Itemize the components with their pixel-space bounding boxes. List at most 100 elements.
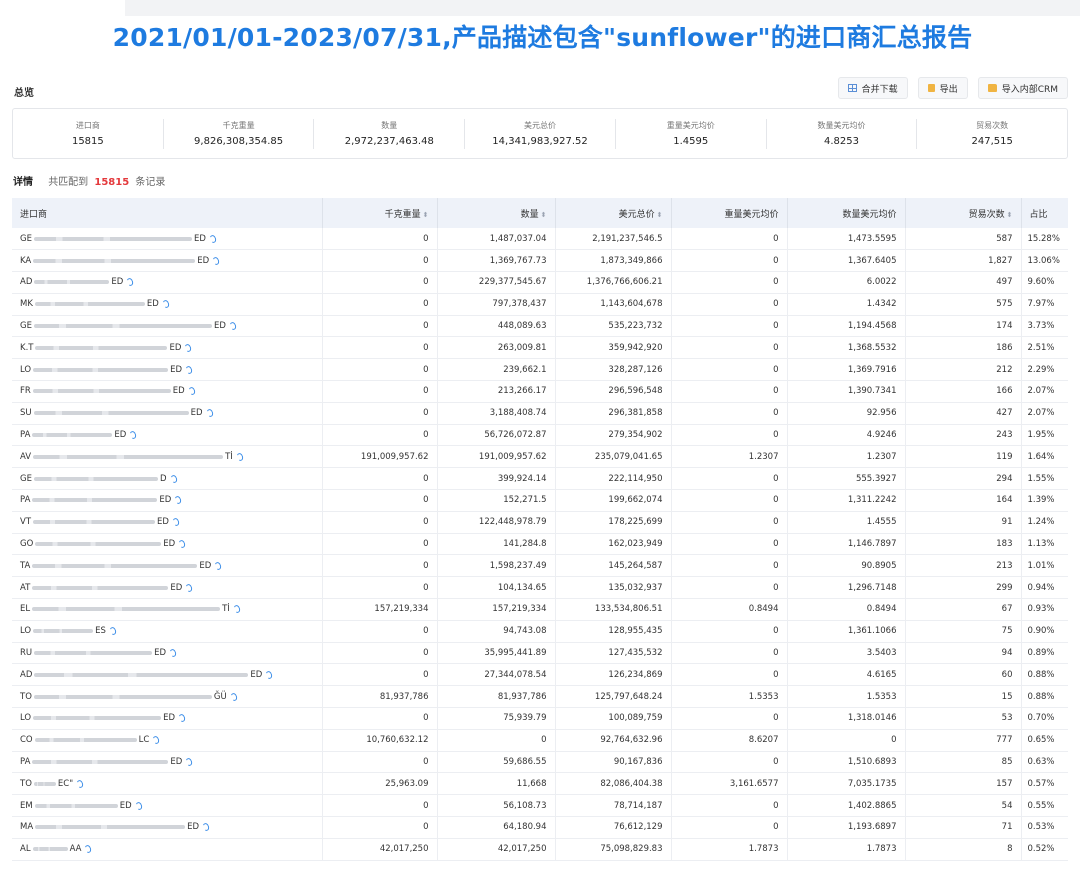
importer-name[interactable]: EM ED (20, 801, 143, 811)
importer-name[interactable]: PA ED (20, 757, 194, 767)
table-row[interactable]: LO ES 0 94,743.08 128,955,435 0 1,361.1066 75 0.… (12, 620, 1068, 643)
external-link-icon[interactable] (185, 757, 194, 767)
importer-name-cell[interactable]: FR ED (12, 380, 323, 403)
importer-name-cell[interactable]: TO EC" (12, 772, 323, 796)
importer-name-cell[interactable]: MA ED (12, 816, 323, 839)
external-link-icon[interactable] (75, 779, 85, 789)
importer-name[interactable]: RU ED (20, 648, 178, 658)
importer-name-cell[interactable]: VT ED (12, 511, 323, 534)
importer-name[interactable]: AD ED (20, 277, 135, 288)
table-row[interactable]: SU ED 0 3,188,408.74 296,381,858 0 92.956 427 2.… (12, 402, 1068, 425)
importer-name[interactable]: LO ED (20, 364, 194, 375)
importer-name[interactable]: GE D (20, 473, 178, 484)
table-row[interactable]: MA ED 0 64,180.94 76,612,129 0 1,193.6897 71 0.5… (12, 816, 1068, 839)
external-link-icon[interactable] (184, 343, 193, 353)
importer-name[interactable]: AD ED (20, 670, 274, 680)
importer-name[interactable]: LO ES (20, 626, 118, 637)
importer-name-cell[interactable]: PA ED (12, 424, 323, 447)
importer-name[interactable]: AV Tİ (20, 452, 244, 462)
importer-name[interactable]: MA ED (20, 822, 211, 832)
sort-icon[interactable]: ⬍ (657, 211, 663, 219)
external-link-icon[interactable] (265, 670, 274, 680)
importer-name-cell[interactable]: LO ES (12, 620, 323, 643)
sort-icon[interactable]: ⬍ (423, 211, 429, 219)
importer-name-cell[interactable]: GE ED (12, 228, 323, 251)
external-link-icon[interactable] (235, 452, 244, 462)
table-row[interactable]: VT ED 0 122,448,978.79 178,225,699 0 1.4555 91 1… (12, 511, 1068, 534)
importer-name-cell[interactable]: GE D (12, 467, 323, 491)
external-link-icon[interactable] (208, 233, 218, 244)
external-link-icon[interactable] (228, 321, 238, 331)
table-row[interactable]: FR ED 0 213,266.17 296,596,548 0 1,390.7341 166… (12, 380, 1068, 403)
table-row[interactable]: AL AA 42,017,250 42,017,250 75,098,829.83 1.7… (12, 838, 1068, 861)
external-link-icon[interactable] (229, 691, 238, 702)
importer-name-cell[interactable]: LO ED (12, 707, 323, 730)
table-row[interactable]: GE ED 0 1,487,037.04 2,191,237,546.5 0 1,473.5… (12, 228, 1068, 251)
importer-name-cell[interactable]: CO LC (12, 729, 323, 752)
external-link-icon[interactable] (84, 844, 93, 854)
importer-name-cell[interactable]: GO ED (12, 533, 323, 556)
external-link-icon[interactable] (168, 648, 178, 658)
table-row[interactable]: RU ED 0 35,995,441.89 127,435,532 0 3.5403 94 0.… (12, 642, 1068, 665)
external-link-icon[interactable] (184, 364, 194, 375)
importer-name[interactable]: GE ED (20, 321, 238, 331)
importer-name[interactable]: TO EC" (20, 779, 85, 789)
importer-name-cell[interactable]: LO ED (12, 358, 323, 382)
importer-name[interactable]: GO ED (20, 539, 187, 549)
importer-name[interactable]: TA ED (20, 561, 223, 571)
importer-name-cell[interactable]: GE ED (12, 315, 323, 338)
importer-name[interactable]: K.T ED (20, 343, 193, 353)
external-link-icon[interactable] (211, 255, 221, 266)
importer-name[interactable]: MK ED (20, 299, 171, 309)
table-row[interactable]: TO EC" 25,963.09 11,668 82,086,404.38 3,161.6… (12, 772, 1068, 796)
table-row[interactable]: EL Tİ 157,219,334 157,219,334 133,534,806.51… (12, 598, 1068, 621)
importer-name-cell[interactable]: AV Tİ (12, 445, 323, 469)
merge-download-button[interactable]: 合并下载 (837, 77, 908, 99)
table-row[interactable]: AD ED 0 27,344,078.54 126,234,869 0 4.6165 60 0.… (12, 663, 1068, 687)
table-row[interactable]: AV Tİ 191,009,957.62 191,009,957.62 235,079,… (12, 445, 1068, 469)
importer-name-cell[interactable]: KA ED (12, 249, 323, 273)
importer-name-cell[interactable]: EM ED (12, 794, 323, 818)
import-crm-button[interactable]: 导入内部CRM (977, 77, 1068, 99)
table-row[interactable]: EM ED 0 56,108.73 78,714,187 0 1,402.8865 54 0.5… (12, 794, 1068, 818)
table-row[interactable]: KA ED 0 1,369,767.73 1,873,349,866 0 1,367.640… (12, 249, 1068, 273)
importer-name[interactable]: LO ED (20, 713, 187, 723)
column-header[interactable]: 千克重量 ⬍ (322, 198, 438, 228)
importer-name[interactable]: SU ED (20, 408, 214, 419)
importer-name[interactable]: TO ĞÜ (20, 691, 238, 702)
table-row[interactable]: LO ED 0 75,939.79 100,089,759 0 1,318.0146 53 0.… (12, 707, 1068, 730)
external-link-icon[interactable] (169, 473, 178, 484)
importer-name-cell[interactable]: AD ED (12, 271, 323, 294)
external-link-icon[interactable] (185, 582, 194, 593)
importer-name[interactable]: KA ED (20, 255, 221, 266)
importer-name[interactable]: AL AA (20, 844, 93, 854)
importer-name[interactable]: PA ED (20, 430, 138, 440)
importer-name[interactable]: FR ED (20, 386, 196, 397)
table-row[interactable]: GO ED 0 141,284.8 162,023,949 0 1,146.7897 183 1… (12, 533, 1068, 556)
importer-name[interactable]: PA ED (20, 495, 183, 505)
external-link-icon[interactable] (108, 626, 118, 637)
table-row[interactable]: TO ĞÜ 81,937,786 81,937,786 125,797,648.24 1.… (12, 685, 1068, 709)
sort-icon[interactable]: ⬍ (1007, 211, 1013, 219)
importer-name-cell[interactable]: TA ED (12, 554, 323, 578)
table-row[interactable]: GE D 0 399,924.14 222,114,950 0 555.3927 294 1.5… (12, 467, 1068, 491)
importer-name[interactable]: CO LC (20, 735, 161, 745)
importer-name[interactable]: EL Tİ (20, 604, 241, 615)
external-link-icon[interactable] (126, 277, 135, 288)
table-row[interactable]: PA ED 0 152,271.5 199,662,074 0 1,311.2242 164 1… (12, 489, 1068, 512)
importer-name-cell[interactable]: SU ED (12, 402, 323, 425)
importer-name-cell[interactable]: TO ĞÜ (12, 685, 323, 709)
importer-name[interactable]: GE ED (20, 233, 218, 244)
importer-name-cell[interactable]: PA ED (12, 489, 323, 512)
external-link-icon[interactable] (187, 386, 196, 397)
table-row[interactable]: TA ED 0 1,598,237.49 145,264,587 0 90.8905 213 1… (12, 554, 1068, 578)
importer-name-cell[interactable]: MK ED (12, 293, 323, 316)
importer-name-cell[interactable]: AD ED (12, 663, 323, 687)
importer-name[interactable]: AT ED (20, 582, 194, 593)
export-button[interactable]: 导出 (917, 77, 968, 99)
external-link-icon[interactable] (171, 517, 181, 528)
table-row[interactable]: K.T ED 0 263,009.81 359,942,920 0 1,368.5532 18… (12, 336, 1068, 360)
external-link-icon[interactable] (205, 408, 214, 419)
external-link-icon[interactable] (178, 539, 187, 549)
external-link-icon[interactable] (232, 604, 241, 615)
